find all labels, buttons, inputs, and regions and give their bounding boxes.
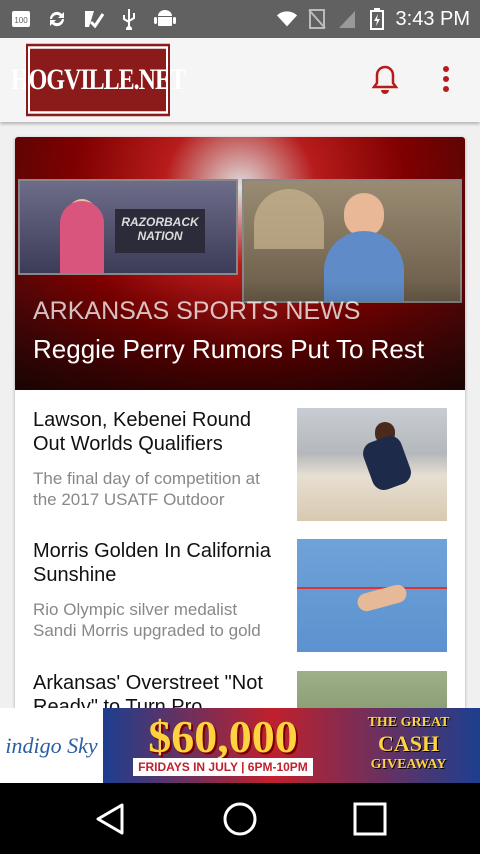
app-bar: HOGVILLE.NET	[0, 38, 480, 122]
bell-icon[interactable]	[371, 64, 399, 94]
article-title: Arkansas' Overstreet "Not Ready" to Turn…	[33, 672, 263, 708]
ad-brand-logo: indigo Sky	[0, 708, 103, 783]
system-nav-bar	[0, 783, 480, 854]
article-thumbnail	[297, 671, 447, 708]
hero-kicker: ARKANSAS SPORTS NEWS	[33, 297, 361, 325]
hero-story[interactable]: RAZORBACK NATION ARKANSAS SPORTS NEWS Re…	[15, 137, 465, 390]
article-title: Morris Golden In California Sunshine	[33, 540, 271, 586]
ad-amount: $60,000	[148, 711, 298, 762]
back-icon[interactable]	[90, 799, 130, 839]
site-logo[interactable]: HOGVILLE.NET	[11, 43, 186, 117]
ad-subtitle: FRIDAYS IN JULY | 6PM-10PM	[133, 758, 313, 776]
android-icon	[154, 8, 176, 30]
article-thumbnail	[297, 408, 447, 521]
hero-sign: RAZORBACK NATION	[115, 209, 205, 253]
check-icon	[82, 8, 104, 30]
recents-icon[interactable]	[350, 799, 390, 839]
wifi-icon	[276, 8, 298, 30]
clock: 3:43 PM	[395, 7, 470, 30]
list-item[interactable]: Arkansas' Overstreet "Not Ready" to Turn…	[15, 671, 465, 708]
notification-100-icon: 100	[10, 8, 32, 30]
battery-charging-icon	[366, 8, 388, 30]
usb-icon	[118, 8, 140, 30]
status-bar: 100 3:43 PM	[0, 0, 480, 38]
list-item[interactable]: Lawson, Kebenei Round Out Worlds Qualifi…	[15, 408, 465, 528]
article-thumbnail	[297, 539, 447, 652]
signal-icon	[336, 8, 358, 30]
svg-text:100: 100	[14, 16, 28, 25]
hero-title: Reggie Perry Rumors Put To Rest	[33, 334, 425, 364]
more-vert-icon[interactable]	[436, 64, 456, 94]
article-snippet: The final day of competition at the 2017…	[33, 469, 260, 509]
home-icon[interactable]	[220, 799, 260, 839]
hero-image-studio: RAZORBACK NATION	[18, 179, 238, 275]
list-item[interactable]: Morris Golden In California Sunshine Rio…	[15, 539, 465, 659]
article-snippet: Rio Olympic silver medalist Sandi Morris…	[33, 600, 261, 640]
no-sim-icon	[306, 8, 328, 30]
ad-creative: $60,000 FRIDAYS IN JULY | 6PM-10PM THE G…	[103, 708, 480, 783]
news-card: RAZORBACK NATION ARKANSAS SPORTS NEWS Re…	[15, 137, 465, 708]
ad-headline: THE GREAT CASH GIVEAWAY	[367, 715, 450, 772]
sync-icon	[46, 8, 68, 30]
article-title: Lawson, Kebenei Round Out Worlds Qualifi…	[33, 409, 251, 455]
news-feed[interactable]: RAZORBACK NATION ARKANSAS SPORTS NEWS Re…	[0, 122, 480, 708]
ad-banner[interactable]: indigo Sky $60,000 FRIDAYS IN JULY | 6PM…	[0, 708, 480, 783]
